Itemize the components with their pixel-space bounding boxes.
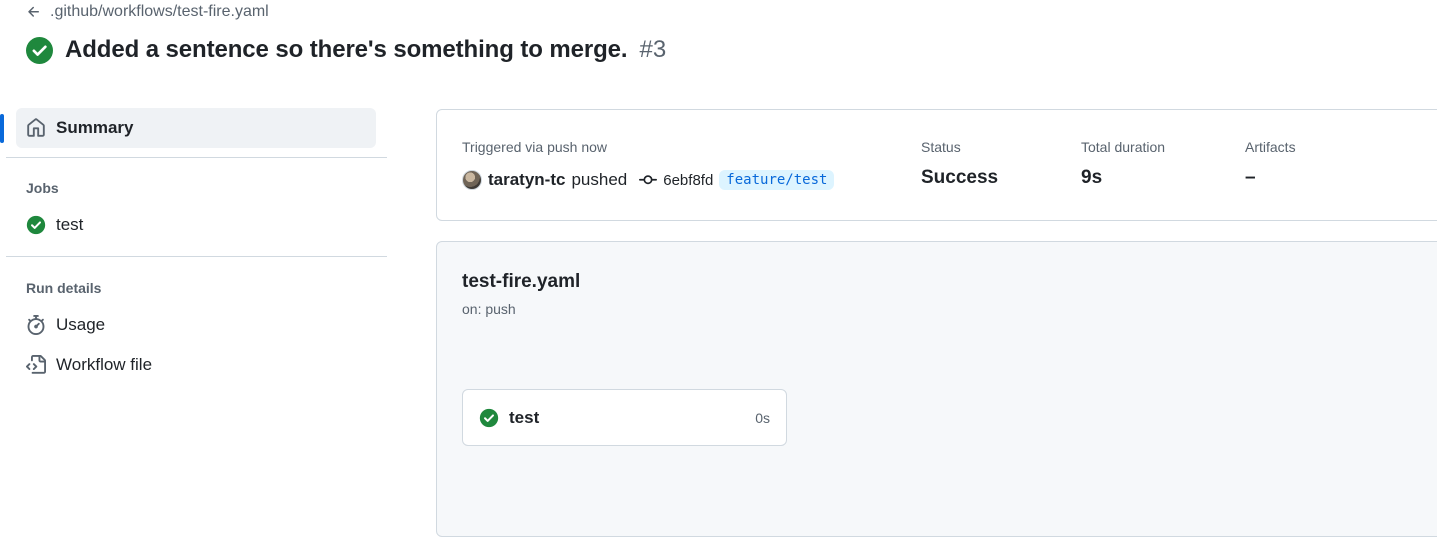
run-summary-card: Triggered via push now taratyn-tc pushed… bbox=[436, 109, 1437, 221]
job-duration: 0s bbox=[755, 409, 770, 426]
action-text: pushed bbox=[571, 170, 628, 189]
sidebar-item-usage[interactable]: Usage bbox=[6, 305, 387, 345]
page-title: Added a sentence so there's something to… bbox=[65, 36, 628, 63]
back-to-workflow-link[interactable]: .github/workflows/test-fire.yaml bbox=[26, 2, 269, 22]
job-name: test bbox=[509, 407, 540, 427]
sidebar-item-label: Summary bbox=[56, 118, 134, 137]
trigger-details: taratyn-tc pushed 6ebf8fd feature/test bbox=[462, 168, 835, 192]
sidebar-item-job-test[interactable]: test bbox=[6, 205, 387, 245]
workflow-graph-card: test-fire.yaml on: push test 0s bbox=[436, 241, 1437, 537]
run-details-heading: Run details bbox=[26, 280, 102, 296]
jobs-heading: Jobs bbox=[26, 180, 59, 196]
avatar[interactable] bbox=[462, 170, 482, 190]
run-number: #3 bbox=[639, 36, 667, 63]
sidebar-item-label: Workflow file bbox=[56, 355, 153, 374]
selected-indicator bbox=[0, 114, 4, 143]
status-label: Status bbox=[921, 139, 961, 155]
stopwatch-icon bbox=[27, 315, 45, 335]
duration-label: Total duration bbox=[1081, 139, 1166, 155]
sidebar-item-summary[interactable]: Summary bbox=[16, 108, 376, 148]
actor-link[interactable]: taratyn-tc bbox=[488, 170, 565, 190]
home-icon bbox=[27, 118, 45, 137]
sidebar: Summary Jobs test Run details Usage Work… bbox=[6, 108, 387, 385]
check-circle-fill-icon bbox=[26, 215, 46, 235]
workflow-path: .github/workflows/test-fire.yaml bbox=[50, 3, 269, 20]
workflow-file-name: test-fire.yaml bbox=[462, 271, 581, 292]
check-circle-fill-icon bbox=[26, 36, 53, 64]
sidebar-item-workflow-file[interactable]: Workflow file bbox=[6, 345, 387, 385]
run-title-row: Added a sentence so there's something to… bbox=[26, 35, 666, 65]
workflow-trigger: on: push bbox=[462, 301, 516, 317]
branch-tag[interactable]: feature/test bbox=[719, 170, 835, 190]
job-node-test[interactable]: test 0s bbox=[462, 389, 787, 446]
duration-value: 9s bbox=[1081, 167, 1103, 188]
artifacts-label: Artifacts bbox=[1245, 139, 1296, 155]
check-circle-fill-icon bbox=[479, 408, 499, 427]
arrow-left-icon bbox=[28, 6, 39, 17]
trigger-label: Triggered via push now bbox=[462, 139, 608, 155]
git-commit-icon bbox=[639, 175, 658, 185]
status-value: Success bbox=[921, 167, 999, 188]
sidebar-item-label: test bbox=[56, 215, 84, 234]
commit-sha-link[interactable]: 6ebf8fd bbox=[663, 172, 713, 189]
sidebar-item-label: Usage bbox=[56, 315, 106, 334]
artifacts-value: – bbox=[1245, 167, 1256, 188]
file-code-icon bbox=[26, 355, 46, 374]
